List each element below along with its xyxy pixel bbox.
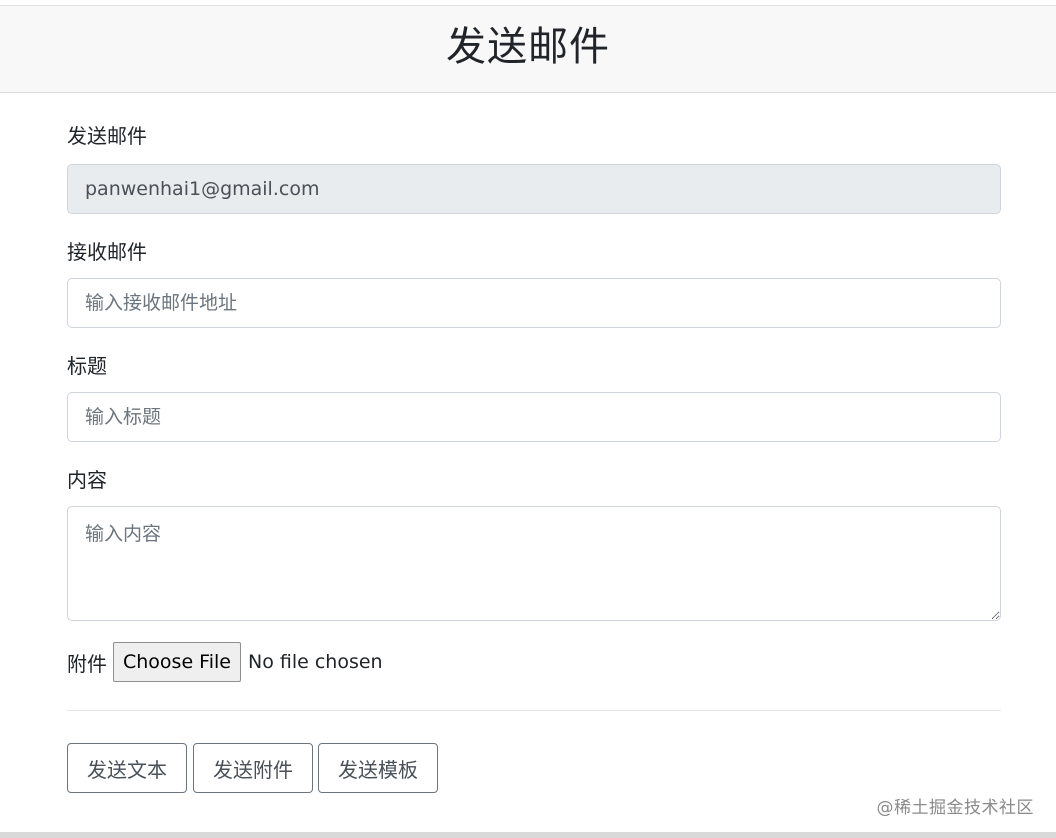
page-header: 发送邮件 [0, 5, 1056, 93]
content-label: 内容 [67, 468, 107, 492]
subject-label: 标题 [67, 354, 107, 378]
send-text-button[interactable]: 发送文本 [67, 743, 187, 793]
attachment-row: 附件 Choose File No file chosen [67, 641, 383, 683]
page-title: 发送邮件 [446, 24, 610, 70]
recipient-email-field[interactable] [67, 278, 1001, 328]
choose-file-button[interactable]: Choose File [113, 642, 241, 682]
file-status-text: No file chosen [247, 651, 383, 673]
form-divider [67, 710, 1001, 711]
page: 发送邮件 发送邮件 接收邮件 标题 内容 附件 Choose File No f… [0, 0, 1056, 838]
send-template-button[interactable]: 发送模板 [318, 743, 438, 793]
watermark-text: @稀土掘金技术社区 [876, 798, 1034, 818]
bottom-bar [0, 832, 1056, 838]
recipient-label: 接收邮件 [67, 240, 147, 264]
attachment-label: 附件 [67, 651, 107, 676]
content-textarea[interactable] [67, 506, 1001, 621]
sender-label: 发送邮件 [67, 124, 147, 148]
send-attachment-button[interactable]: 发送附件 [193, 743, 313, 793]
subject-field[interactable] [67, 392, 1001, 442]
sender-email-field[interactable] [67, 164, 1001, 214]
